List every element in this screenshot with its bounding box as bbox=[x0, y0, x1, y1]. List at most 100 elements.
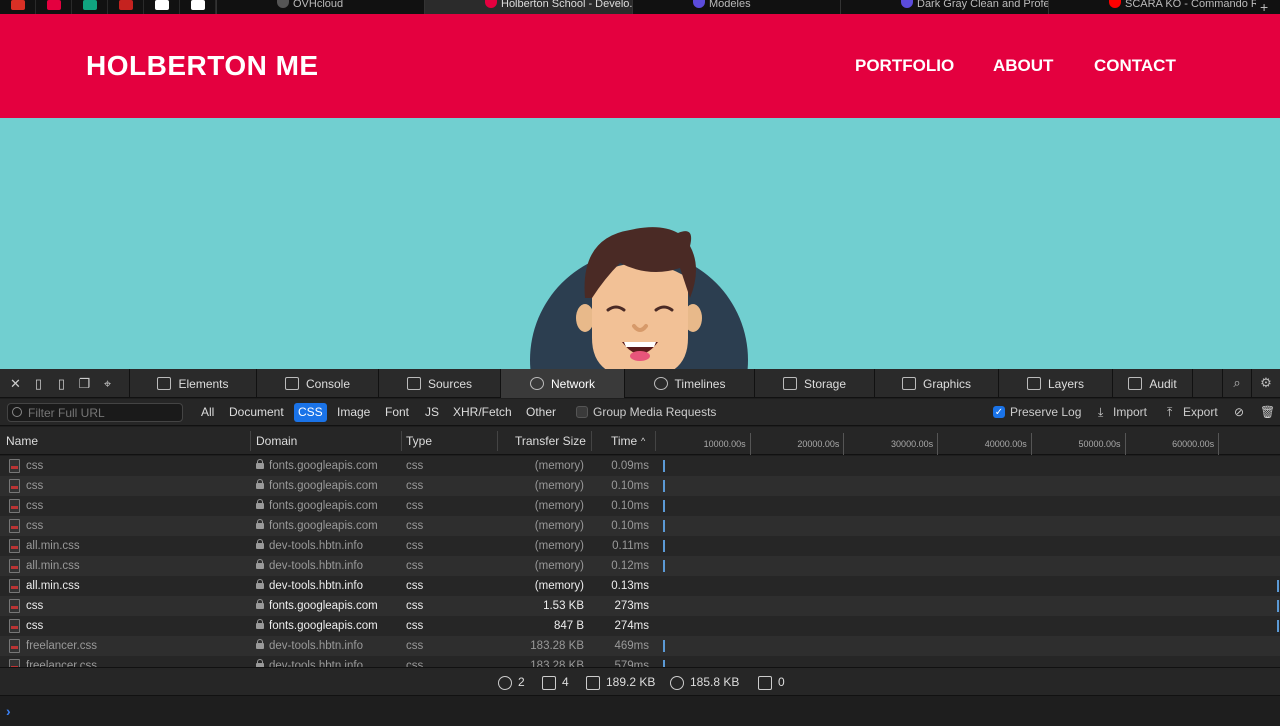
network-filter-bar: All Document CSS Image Font JS XHR/Fetch… bbox=[0, 399, 1280, 426]
domains-count: 2 bbox=[498, 668, 525, 697]
column-divider[interactable] bbox=[250, 431, 251, 451]
tab-layers[interactable]: Layers bbox=[999, 369, 1113, 398]
column-name[interactable]: Name bbox=[6, 427, 38, 455]
request-time: 0.10ms bbox=[611, 520, 649, 532]
column-time[interactable]: Time bbox=[611, 427, 637, 455]
audit-icon bbox=[1128, 377, 1143, 390]
network-request-row[interactable]: css fonts.googleapis.com css 1.53 KB 273ms bbox=[0, 596, 1280, 616]
tab-console[interactable]: Console bbox=[257, 369, 379, 398]
tab-favicon-icon bbox=[277, 0, 289, 8]
css-file-icon bbox=[9, 619, 20, 633]
request-name: all.min.css bbox=[26, 560, 80, 572]
column-divider[interactable] bbox=[655, 431, 656, 451]
network-request-row[interactable]: css fonts.googleapis.com css (memory) 0.10ms bbox=[0, 516, 1280, 536]
hero-section bbox=[0, 118, 1280, 369]
network-request-row[interactable]: css fonts.googleapis.com css (memory) 0.09ms bbox=[0, 456, 1280, 476]
filter-type-css[interactable]: CSS bbox=[294, 403, 327, 422]
network-request-row[interactable]: css fonts.googleapis.com css 847 B 274ms bbox=[0, 616, 1280, 636]
pinned-tab[interactable] bbox=[72, 0, 108, 14]
detach-window-icon[interactable]: ❐ bbox=[77, 376, 92, 391]
timeline-waterfall-bar bbox=[1277, 580, 1279, 592]
network-request-row[interactable]: all.min.css dev-tools.hbtn.info css (memory… bbox=[0, 556, 1280, 576]
request-transfer-size: (memory) bbox=[534, 580, 584, 592]
column-transfer-size[interactable]: Transfer Size bbox=[515, 427, 586, 455]
request-name: css bbox=[26, 600, 44, 612]
network-request-row[interactable]: all.min.css dev-tools.hbtn.info css (memory… bbox=[0, 536, 1280, 556]
network-icon bbox=[529, 377, 544, 390]
filter-type-font[interactable]: Font bbox=[383, 403, 411, 422]
css-file-icon bbox=[9, 599, 20, 613]
nav-about[interactable]: ABOUT bbox=[993, 56, 1053, 76]
lock-icon bbox=[256, 479, 264, 489]
site-brand[interactable]: HOLBERTON ME bbox=[86, 50, 319, 82]
pinned-tab[interactable] bbox=[36, 0, 72, 14]
network-request-row[interactable]: freelancer.css dev-tools.hbtn.info css 183.… bbox=[0, 636, 1280, 656]
export-button[interactable]: Export bbox=[1183, 403, 1218, 422]
filter-type-all[interactable]: All bbox=[199, 403, 216, 422]
filter-type-js[interactable]: JS bbox=[423, 403, 441, 422]
group-media-checkbox[interactable] bbox=[576, 406, 588, 418]
pinned-tab[interactable] bbox=[0, 0, 36, 14]
console-prompt-area[interactable]: › bbox=[0, 697, 1280, 726]
close-icon[interactable]: ✕ bbox=[8, 376, 23, 391]
export-icon[interactable]: ⤒ bbox=[1167, 403, 1172, 422]
request-transfer-size: (memory) bbox=[534, 540, 584, 552]
tab-timelines[interactable]: Timelines bbox=[625, 369, 755, 398]
preserve-log-checkbox[interactable]: ✓ bbox=[993, 406, 1005, 418]
browser-tab[interactable]: Holberton School - Develo... bbox=[424, 0, 632, 14]
sort-ascending-icon: ^ bbox=[641, 436, 646, 446]
search-icon[interactable]: ⌕ bbox=[1222, 368, 1251, 398]
settings-gear-icon[interactable]: ⚙ bbox=[1251, 368, 1280, 398]
tab-storage[interactable]: Storage bbox=[755, 369, 875, 398]
filter-type-document[interactable]: Document bbox=[227, 403, 286, 422]
network-request-row[interactable]: all.min.css dev-tools.hbtn.info css (memory… bbox=[0, 576, 1280, 596]
request-time: 0.10ms bbox=[611, 500, 649, 512]
request-domain: dev-tools.hbtn.info bbox=[256, 576, 401, 596]
tab-title: Dark Gray Clean and Profe... bbox=[917, 0, 1048, 10]
column-divider[interactable] bbox=[591, 431, 592, 451]
css-file-icon bbox=[9, 559, 20, 573]
browser-tab[interactable]: Modeles bbox=[632, 0, 840, 14]
network-request-row[interactable]: freelancer.css dev-tools.hbtn.info css 183.… bbox=[0, 656, 1280, 667]
filter-type-xhr[interactable]: XHR/Fetch bbox=[451, 403, 514, 422]
column-domain[interactable]: Domain bbox=[256, 427, 297, 455]
tab-network[interactable]: Network bbox=[501, 369, 625, 398]
dock-right-icon[interactable]: ▯ bbox=[54, 376, 69, 391]
browser-tab[interactable]: SCARA KO - Commando R... bbox=[1048, 0, 1256, 14]
css-file-icon bbox=[9, 519, 20, 533]
import-icon[interactable]: ⤓ bbox=[1098, 403, 1103, 422]
nav-contact[interactable]: CONTACT bbox=[1094, 56, 1176, 76]
column-divider[interactable] bbox=[497, 431, 498, 451]
tab-audit[interactable]: Audit bbox=[1113, 369, 1193, 398]
import-button[interactable]: Import bbox=[1113, 403, 1147, 422]
disable-cache-icon[interactable]: ⊘ bbox=[1234, 403, 1244, 422]
column-type[interactable]: Type bbox=[406, 427, 432, 455]
column-divider[interactable] bbox=[401, 431, 402, 451]
new-tab-button[interactable]: + bbox=[1256, 0, 1268, 14]
browser-tab[interactable]: OVHcloud bbox=[216, 0, 424, 14]
layers-icon bbox=[1026, 377, 1041, 390]
site-favicon-icon bbox=[10, 0, 25, 10]
tab-graphics[interactable]: Graphics bbox=[875, 369, 999, 398]
request-transfer-size: 1.53 KB bbox=[543, 600, 584, 612]
filter-type-image[interactable]: Image bbox=[335, 403, 372, 422]
pinned-tab[interactable] bbox=[180, 0, 216, 14]
pinned-tab[interactable] bbox=[108, 0, 144, 14]
tab-favicon-icon bbox=[901, 0, 913, 8]
network-request-row[interactable]: css fonts.googleapis.com css (memory) 0.10ms bbox=[0, 476, 1280, 496]
clear-trash-icon[interactable]: 🗑 bbox=[1260, 403, 1275, 422]
site-favicon-icon bbox=[190, 0, 205, 10]
timeline-waterfall-bar bbox=[663, 560, 665, 572]
browser-tab[interactable]: Dark Gray Clean and Profe... bbox=[840, 0, 1048, 14]
dock-left-icon[interactable]: ▯ bbox=[31, 376, 46, 391]
request-type: css bbox=[406, 620, 424, 632]
nav-portfolio[interactable]: PORTFOLIO bbox=[855, 56, 954, 76]
tab-elements[interactable]: Elements bbox=[130, 369, 257, 398]
network-request-row[interactable]: css fonts.googleapis.com css (memory) 0.10ms bbox=[0, 496, 1280, 516]
pinned-tab[interactable] bbox=[144, 0, 180, 14]
tab-sources[interactable]: Sources bbox=[379, 369, 501, 398]
filter-type-other[interactable]: Other bbox=[524, 403, 558, 422]
filter-url-input[interactable] bbox=[7, 403, 183, 422]
request-transfer-size: 847 B bbox=[553, 620, 584, 632]
element-picker-icon[interactable]: ⌖ bbox=[100, 376, 115, 391]
